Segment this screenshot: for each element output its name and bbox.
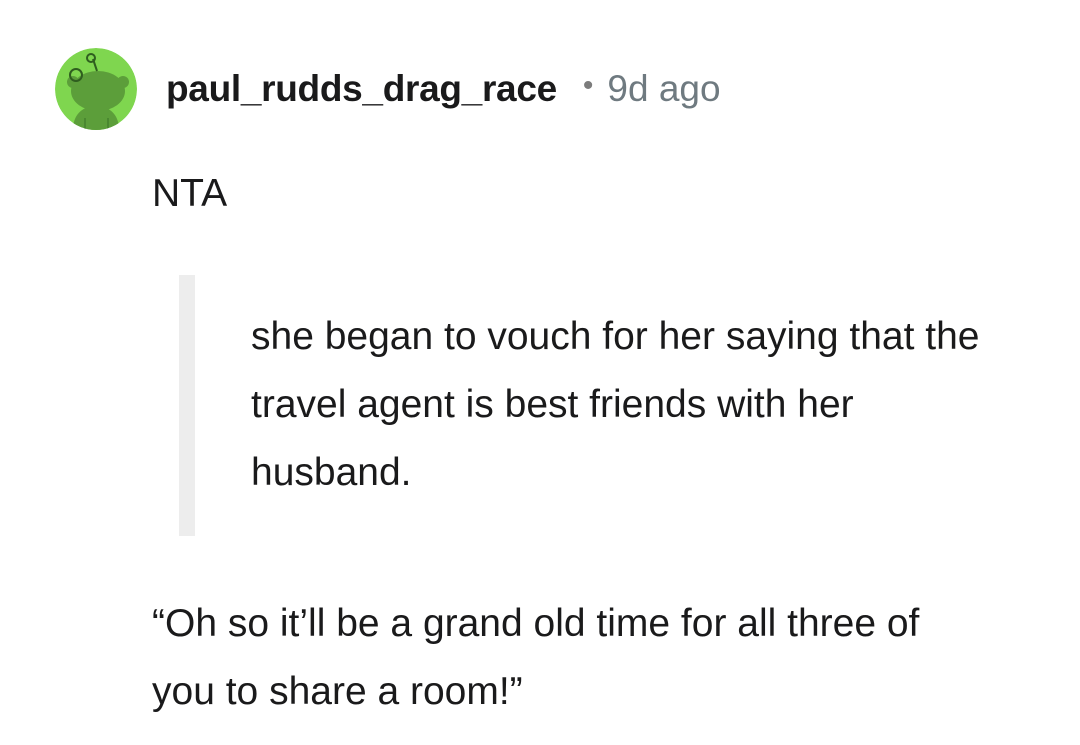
comment-author[interactable]: paul_rudds_drag_race	[166, 68, 557, 110]
comment-verdict: NTA	[152, 172, 228, 215]
blockquote: she began to vouch for her saying that t…	[179, 275, 1039, 536]
reddit-snoo-avatar-icon	[55, 48, 137, 130]
user-avatar[interactable]	[55, 48, 137, 130]
meta-separator: •	[582, 69, 594, 102]
comment-body: NTA	[152, 160, 1052, 227]
quote-text: she began to vouch for her saying that t…	[251, 315, 980, 494]
comment-timestamp[interactable]: 9d ago	[607, 68, 720, 110]
quote-bar	[179, 275, 195, 536]
comment-reply-text: “Oh so it’ll be a grand old time for all…	[152, 602, 920, 713]
comment-header: paul_rudds_drag_race • 9d ago	[55, 47, 721, 131]
